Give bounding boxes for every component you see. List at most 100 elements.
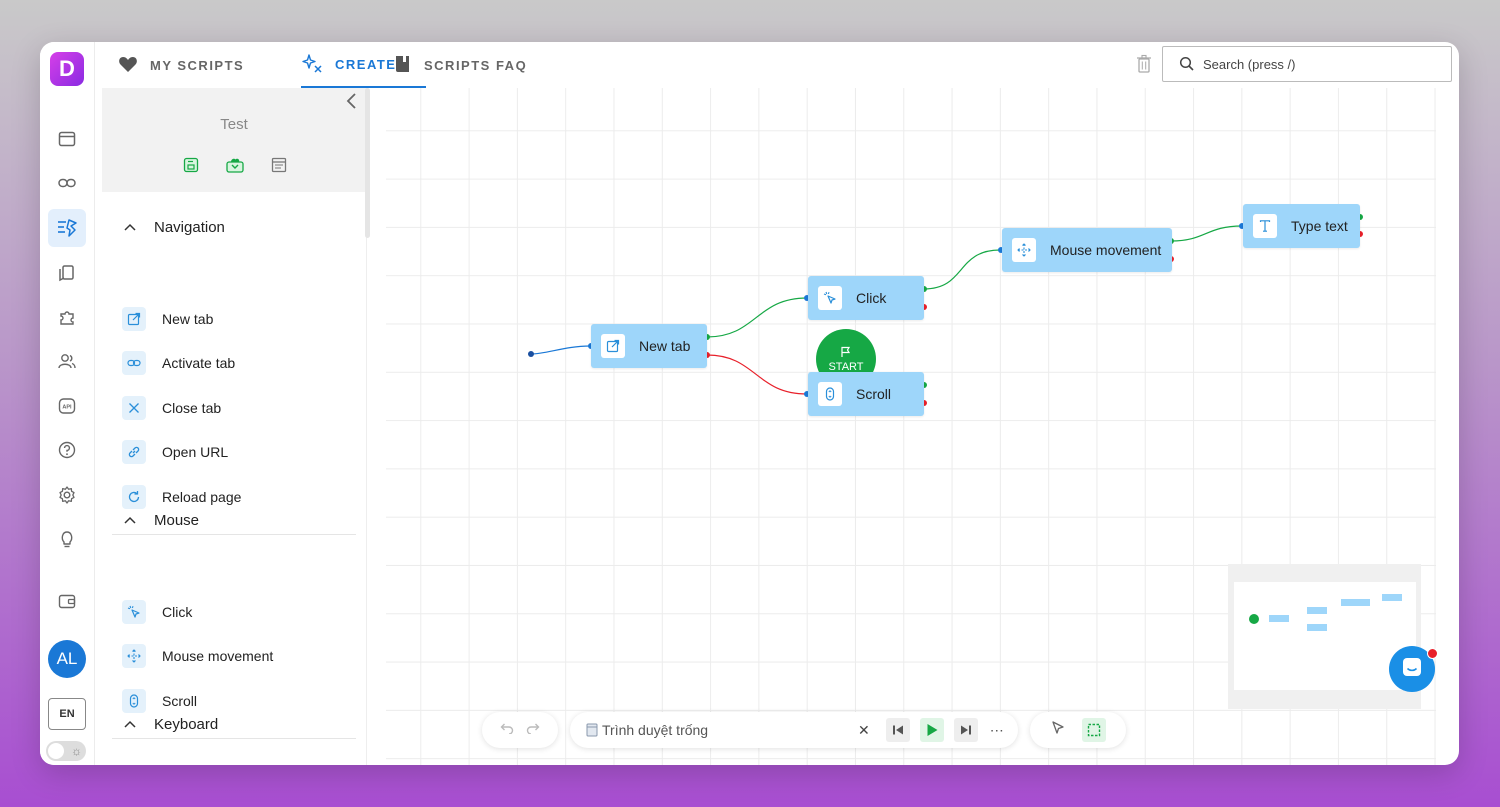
url-link-icon bbox=[122, 440, 146, 464]
browser-profile-select[interactable]: Trình duyệt trống bbox=[602, 722, 850, 738]
mouse-scroll-icon bbox=[818, 382, 842, 406]
external-link-icon bbox=[122, 307, 146, 331]
cursor-click-icon bbox=[122, 600, 146, 624]
tab-label: MY SCRIPTS bbox=[150, 57, 245, 73]
heart-icon bbox=[118, 55, 138, 76]
minimap[interactable] bbox=[1228, 564, 1421, 709]
trash-icon[interactable] bbox=[1136, 54, 1152, 79]
node-new-tab[interactable]: New tab bbox=[591, 324, 707, 368]
save-cloud-icon[interactable] bbox=[224, 154, 246, 176]
app-logo[interactable]: D bbox=[50, 52, 84, 86]
step-back-icon[interactable] bbox=[885, 718, 910, 742]
browser-window-icon[interactable] bbox=[48, 120, 86, 158]
select-area-icon[interactable] bbox=[1082, 718, 1106, 742]
left-rail: D API AL EN ☼ bbox=[40, 42, 95, 765]
block-label: Click bbox=[162, 604, 193, 620]
section-title: Navigation bbox=[154, 218, 225, 236]
chevron-up-icon bbox=[124, 720, 136, 728]
block-click[interactable]: Click bbox=[122, 598, 192, 626]
panel-scrollbar[interactable] bbox=[365, 88, 370, 238]
more-icon[interactable]: ⋯ bbox=[990, 722, 1004, 739]
chat-unread-dot bbox=[1427, 648, 1438, 659]
search-input[interactable]: Search (press /) bbox=[1162, 46, 1452, 82]
toggle-knob bbox=[48, 743, 64, 759]
section-title: Mouse bbox=[154, 511, 200, 529]
script-name: Test bbox=[220, 116, 248, 133]
sparkle-icon bbox=[301, 53, 323, 76]
block-label: Close tab bbox=[162, 400, 222, 416]
chevron-up-icon bbox=[124, 223, 136, 231]
block-new-tab[interactable]: New tab bbox=[122, 305, 213, 333]
api-icon[interactable]: API bbox=[48, 387, 86, 425]
app-window: D API AL EN ☼ MY SCRIPTS CREATE SCRIPTS … bbox=[40, 42, 1459, 765]
move-arrows-icon bbox=[122, 644, 146, 668]
history-toolbar bbox=[482, 712, 558, 748]
step-forward-icon[interactable] bbox=[953, 718, 978, 742]
settings-icon[interactable] bbox=[48, 476, 86, 514]
sun-icon: ☼ bbox=[71, 744, 82, 758]
tab-label: CREATE bbox=[335, 56, 397, 72]
link-icon bbox=[122, 351, 146, 375]
pointer-tool-icon[interactable] bbox=[1050, 720, 1066, 741]
block-activate-tab[interactable]: Activate tab bbox=[122, 349, 235, 377]
text-icon bbox=[1253, 214, 1277, 238]
wallet-icon[interactable] bbox=[48, 582, 86, 620]
blocks-panel: Test Navigation New tab Activate tab Clo… bbox=[102, 88, 367, 765]
puzzle-icon[interactable] bbox=[48, 298, 86, 336]
browser-profile-icon bbox=[586, 723, 598, 737]
block-label: Mouse movement bbox=[162, 648, 274, 664]
block-open-url[interactable]: Open URL bbox=[122, 438, 228, 466]
node-scroll[interactable]: Scroll bbox=[808, 372, 924, 416]
node-label: New tab bbox=[639, 338, 691, 354]
section-keyboard[interactable]: Keyboard bbox=[112, 709, 356, 739]
avatar[interactable]: AL bbox=[48, 640, 86, 678]
panel-header: Test bbox=[102, 88, 366, 192]
flag-icon bbox=[840, 346, 852, 361]
tab-my-scripts[interactable]: MY SCRIPTS bbox=[118, 42, 244, 88]
lightbulb-icon[interactable] bbox=[48, 520, 86, 558]
block-label: Scroll bbox=[162, 693, 198, 709]
block-label: Activate tab bbox=[162, 355, 236, 371]
tab-label: SCRIPTS FAQ bbox=[424, 57, 528, 73]
book-icon bbox=[394, 54, 412, 77]
node-click[interactable]: Click bbox=[808, 276, 924, 320]
bookmarks-icon[interactable] bbox=[48, 254, 86, 292]
search-placeholder: Search (press /) bbox=[1203, 56, 1296, 72]
top-bar: MY SCRIPTS CREATE SCRIPTS FAQ Search (pr… bbox=[94, 42, 1459, 88]
block-mouse-movement[interactable]: Mouse movement bbox=[122, 642, 273, 670]
theme-toggle[interactable]: ☼ bbox=[46, 741, 86, 761]
save-icon[interactable] bbox=[180, 154, 202, 176]
language-button[interactable]: EN bbox=[48, 698, 86, 730]
node-label: Scroll bbox=[856, 386, 892, 402]
svg-text:API: API bbox=[62, 405, 72, 411]
link-icon[interactable] bbox=[48, 164, 86, 202]
script-create-icon[interactable] bbox=[48, 209, 86, 247]
undo-icon[interactable] bbox=[498, 721, 514, 739]
chat-icon bbox=[1401, 656, 1423, 683]
chevron-up-icon bbox=[124, 516, 136, 524]
close-icon bbox=[122, 396, 146, 420]
chevron-left-icon[interactable] bbox=[344, 92, 360, 115]
block-label: Open URL bbox=[162, 444, 229, 460]
play-icon[interactable] bbox=[919, 718, 944, 742]
node-label: Type text bbox=[1291, 218, 1348, 234]
node-label: Mouse movement bbox=[1050, 242, 1162, 258]
tab-scripts-faq[interactable]: SCRIPTS FAQ bbox=[394, 42, 527, 88]
block-label: New tab bbox=[162, 311, 214, 327]
start-label: START bbox=[828, 360, 864, 373]
run-toolbar: Trình duyệt trống ✕ ⋯ bbox=[570, 712, 1018, 748]
section-mouse[interactable]: Mouse bbox=[112, 505, 356, 535]
properties-icon[interactable] bbox=[268, 154, 290, 176]
node-type-text[interactable]: Type text bbox=[1243, 204, 1360, 248]
users-icon[interactable] bbox=[48, 342, 86, 380]
move-arrows-icon bbox=[1012, 238, 1036, 262]
cursor-click-icon bbox=[818, 286, 842, 310]
block-close-tab[interactable]: Close tab bbox=[122, 394, 221, 422]
section-navigation[interactable]: Navigation bbox=[112, 212, 356, 242]
help-icon[interactable] bbox=[48, 431, 86, 469]
clear-profile-icon[interactable]: ✕ bbox=[858, 722, 870, 739]
external-link-icon bbox=[601, 334, 625, 358]
redo-icon[interactable] bbox=[526, 721, 542, 739]
node-mouse-movement[interactable]: Mouse movement bbox=[1002, 228, 1172, 272]
block-label: Reload page bbox=[162, 489, 242, 505]
